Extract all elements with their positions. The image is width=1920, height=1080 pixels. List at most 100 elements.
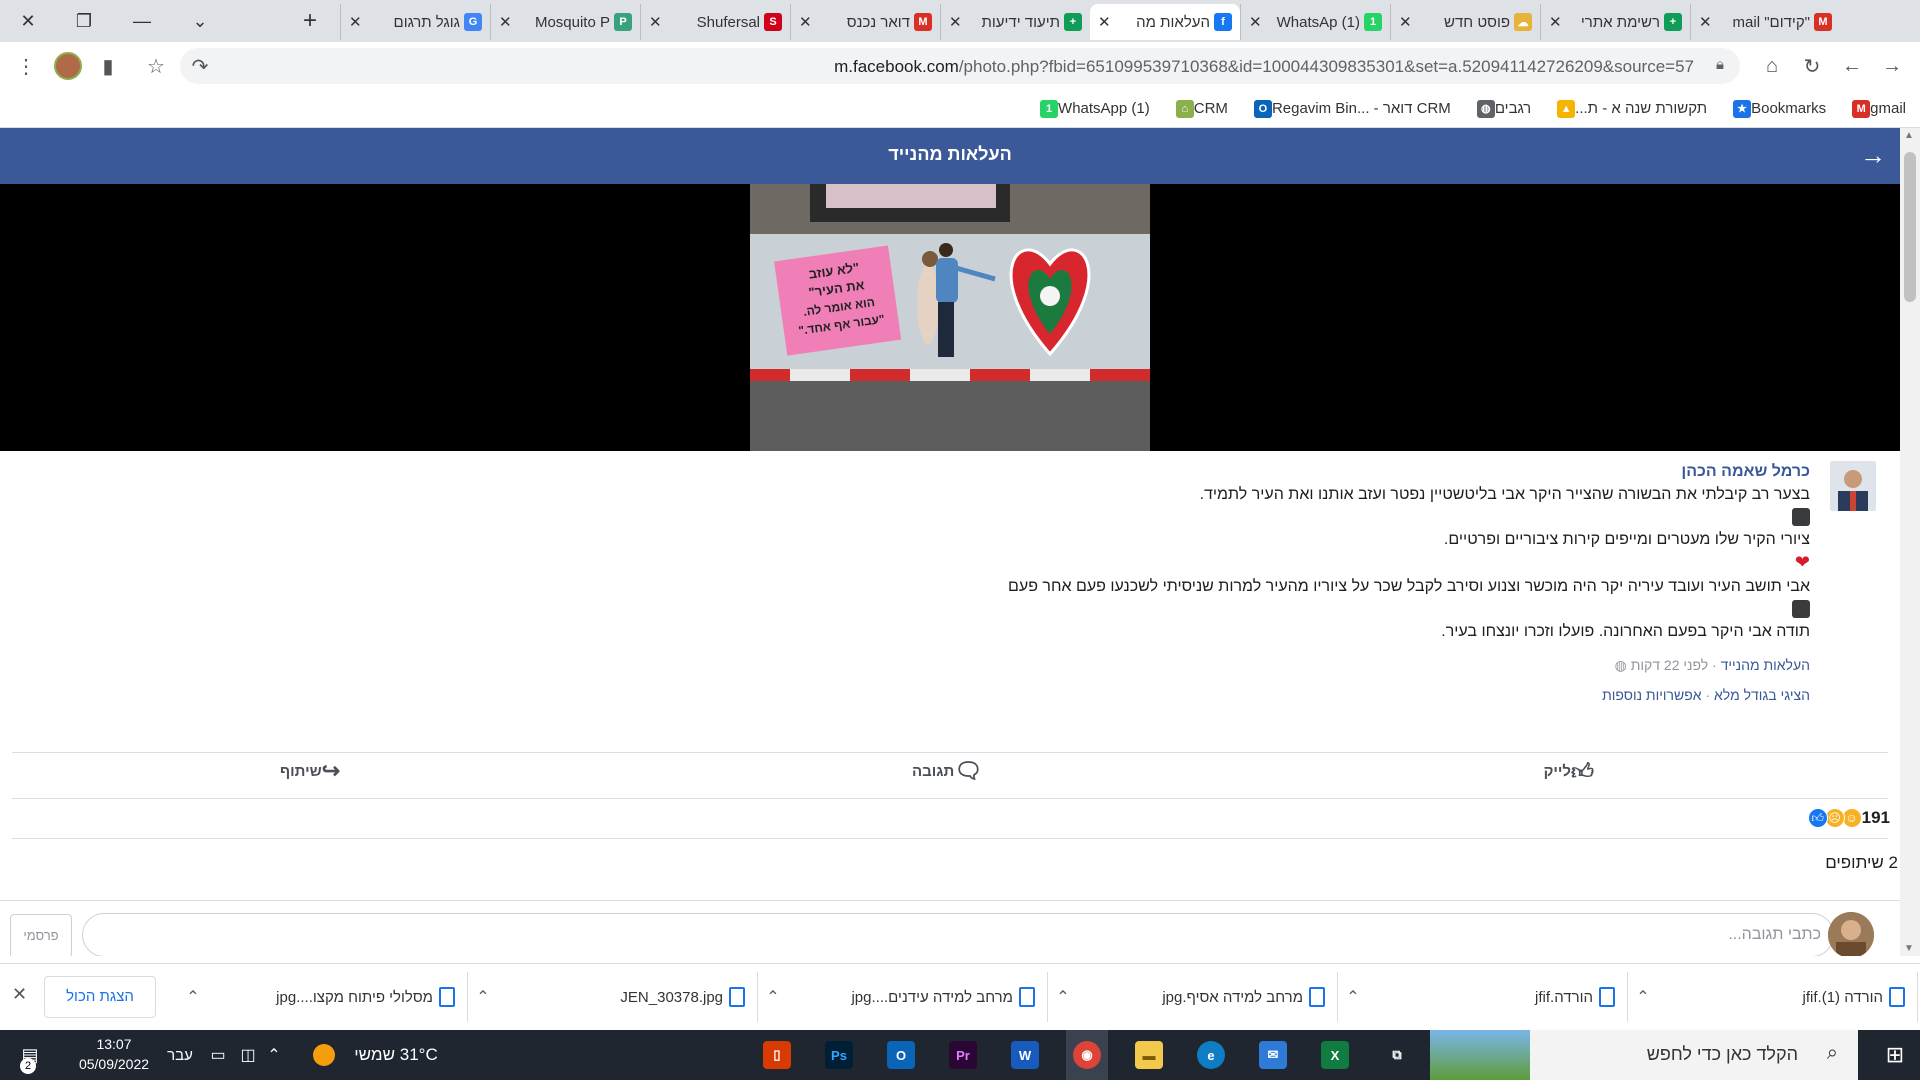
- file-icon: [1889, 987, 1905, 1007]
- download-options-chevron-icon[interactable]: ⌃: [1338, 987, 1368, 1007]
- publish-button[interactable]: פרסמי: [10, 914, 72, 956]
- edge-app-icon[interactable]: e: [1190, 1030, 1232, 1080]
- battery-icon[interactable]: ▭: [204, 1030, 232, 1080]
- tab-search-chevron-icon[interactable]: ⌄: [176, 0, 224, 42]
- scrollbar-thumb[interactable]: [1904, 152, 1916, 302]
- scroll-down-icon[interactable]: ▼: [1904, 943, 1914, 954]
- browser-tab[interactable]: ✕ תיעוד ידיעות +: [940, 4, 1090, 40]
- premiere-app-icon[interactable]: Pr: [942, 1030, 984, 1080]
- back-arrow-icon[interactable]: →: [1860, 140, 1886, 171]
- close-tab-icon[interactable]: ✕: [349, 13, 367, 31]
- lock-icon[interactable]: 🔒︎: [1716, 56, 1724, 73]
- author-name[interactable]: כרמל שאמה הכהן: [710, 461, 1810, 484]
- home-icon[interactable]: ⌂: [1756, 50, 1788, 82]
- more-options-link[interactable]: אפשרויות נוספות: [1602, 687, 1701, 703]
- browser-tab[interactable]: ✕ Shufersal S: [640, 4, 790, 40]
- sun-icon[interactable]: [306, 1030, 342, 1080]
- language-indicator[interactable]: עבר: [162, 1030, 198, 1080]
- download-item[interactable]: ⌃ מרחב למידה עידנים....jpg: [758, 972, 1048, 1022]
- show-all-downloads-button[interactable]: הצגת הכול: [44, 976, 156, 1018]
- comment-input[interactable]: כתבי תגובה...: [82, 913, 1834, 956]
- side-panel-icon[interactable]: ▮: [92, 50, 124, 82]
- shares-count[interactable]: 2 שיתופים: [1825, 853, 1898, 873]
- share-arrow-icon: ↪: [321, 758, 341, 783]
- minimize-window-icon[interactable]: —: [118, 0, 166, 42]
- close-tab-icon[interactable]: ✕: [499, 13, 517, 31]
- download-item[interactable]: ⌃ מסלולי פיתוח מקצו....jpg: [178, 972, 468, 1022]
- download-item[interactable]: ⌃ הורדה (1).jfif: [1628, 972, 1918, 1022]
- download-options-chevron-icon[interactable]: ⌃: [178, 987, 208, 1007]
- file-explorer-app-icon[interactable]: ▬: [1128, 1030, 1170, 1080]
- browser-tab[interactable]: ✕ פוסט חדש ☁: [1390, 4, 1540, 40]
- page-scrollbar[interactable]: ▲ ▼: [1900, 128, 1920, 956]
- download-options-chevron-icon[interactable]: ⌃: [758, 987, 788, 1007]
- weather-widget[interactable]: 31°C שמשי: [346, 1030, 446, 1080]
- task-view-icon[interactable]: ⧉: [1376, 1030, 1418, 1080]
- outlook-app-icon[interactable]: O: [880, 1030, 922, 1080]
- bookmark-item[interactable]: ◍ רגבים: [1471, 99, 1531, 118]
- url-text[interactable]: m.facebook.com/photo.php?fbid=6510995397…: [834, 57, 1694, 77]
- address-bar[interactable]: ↷ m.facebook.com/photo.php?fbid=65109953…: [180, 48, 1740, 84]
- post-photo[interactable]: "לא עוזב את העיר" הוא אומר לה. "עבור אף …: [750, 184, 1150, 451]
- restore-window-icon[interactable]: ❐: [60, 0, 108, 42]
- download-item[interactable]: ⌃ מרחב למידה אסיף.jpg: [1048, 972, 1338, 1022]
- browser-tab[interactable]: ✕ רשימת אתרי +: [1540, 4, 1690, 40]
- browser-tab[interactable]: ✕ העלאות מה f: [1090, 4, 1240, 40]
- mail-app-icon[interactable]: ✉: [1252, 1030, 1294, 1080]
- photoshop-app-icon[interactable]: Ps: [818, 1030, 860, 1080]
- profile-avatar[interactable]: [52, 50, 84, 82]
- menu-kebab-icon[interactable]: ⋮: [10, 50, 42, 82]
- browser-tab[interactable]: ✕ Mosquito PP: [490, 4, 640, 40]
- excel-app-icon[interactable]: X: [1314, 1030, 1356, 1080]
- chrome-app-icon[interactable]: ◉: [1066, 1030, 1108, 1080]
- post-time[interactable]: לפני 22 דקות: [1631, 657, 1708, 673]
- word-app-icon[interactable]: W: [1004, 1030, 1046, 1080]
- download-item[interactable]: ⌃ JEN_30378.jpg: [468, 972, 758, 1022]
- author-avatar[interactable]: [1830, 461, 1876, 511]
- close-tab-icon[interactable]: ✕: [1399, 13, 1417, 31]
- share-icon[interactable]: ↷: [184, 50, 216, 82]
- bookmark-item[interactable]: O CRM דואר - ...Regavim Bin: [1248, 99, 1451, 118]
- chevron-up-icon[interactable]: ⌃: [262, 1030, 286, 1080]
- bookmark-item[interactable]: Mgmail: [1846, 99, 1906, 118]
- bookmark-item[interactable]: ⌂ CRM: [1170, 99, 1228, 118]
- bookmark-star-icon[interactable]: ☆: [140, 50, 172, 82]
- like-button[interactable]: לייק 👍︎: [1544, 758, 1600, 785]
- close-tab-icon[interactable]: ✕: [799, 13, 817, 31]
- meet-now-icon[interactable]: ◫: [236, 1030, 260, 1080]
- bookmark-item[interactable]: ▲ תקשורת שנה א - ת...: [1551, 99, 1707, 118]
- forward-icon[interactable]: ←: [1836, 50, 1868, 82]
- windows-start-icon[interactable]: ⊞: [1870, 1030, 1920, 1080]
- notification-center-icon[interactable]: ▤ 2: [0, 1030, 60, 1080]
- download-item[interactable]: ⌃ הורדה.jfif: [1338, 972, 1628, 1022]
- taskbar-search[interactable]: הקלד כאן כדי לחפש ⌕: [1430, 1030, 1858, 1080]
- close-tab-icon[interactable]: ✕: [1549, 13, 1567, 31]
- browser-tab[interactable]: ✕ דואר נכנס M: [790, 4, 940, 40]
- close-shelf-icon[interactable]: ✕: [12, 984, 27, 1005]
- browser-tab[interactable]: ✕ (1) WhatsAp 1: [1240, 4, 1390, 40]
- browser-tab[interactable]: ✕ "קידום" mail M: [1690, 4, 1840, 40]
- close-tab-icon[interactable]: ✕: [649, 13, 667, 31]
- close-tab-icon[interactable]: ✕: [1699, 13, 1717, 31]
- browser-tab[interactable]: ✕ גוגל תרגום G: [340, 4, 490, 40]
- bookmark-item[interactable]: ★ Bookmarks: [1727, 99, 1826, 118]
- download-options-chevron-icon[interactable]: ⌃: [1048, 987, 1078, 1007]
- close-tab-icon[interactable]: ✕: [1098, 13, 1116, 31]
- reactions-summary[interactable]: 👍︎ ☹ ☺ 191: [1807, 808, 1898, 828]
- reload-icon[interactable]: ↻: [1796, 50, 1828, 82]
- share-button[interactable]: שיתוף ↪: [280, 758, 346, 784]
- comment-button[interactable]: תגובה 🗨︎: [912, 758, 988, 784]
- download-options-chevron-icon[interactable]: ⌃: [1628, 987, 1658, 1007]
- scroll-up-icon[interactable]: ▲: [1904, 130, 1914, 141]
- clock[interactable]: 13:07 05/09/2022: [70, 1034, 158, 1074]
- close-tab-icon[interactable]: ✕: [949, 13, 967, 31]
- album-link[interactable]: העלאות מהנייד: [1721, 657, 1810, 673]
- new-tab-button[interactable]: +: [290, 0, 330, 42]
- back-icon[interactable]: →: [1876, 50, 1908, 82]
- download-options-chevron-icon[interactable]: ⌃: [468, 987, 498, 1007]
- close-window-icon[interactable]: ✕: [4, 0, 52, 42]
- bookmark-item[interactable]: 1 (1) WhatsApp: [1034, 99, 1150, 118]
- office-app-icon[interactable]: ▯: [756, 1030, 798, 1080]
- view-full-size-link[interactable]: הציגי בגודל מלא: [1714, 687, 1810, 703]
- close-tab-icon[interactable]: ✕: [1249, 13, 1267, 31]
